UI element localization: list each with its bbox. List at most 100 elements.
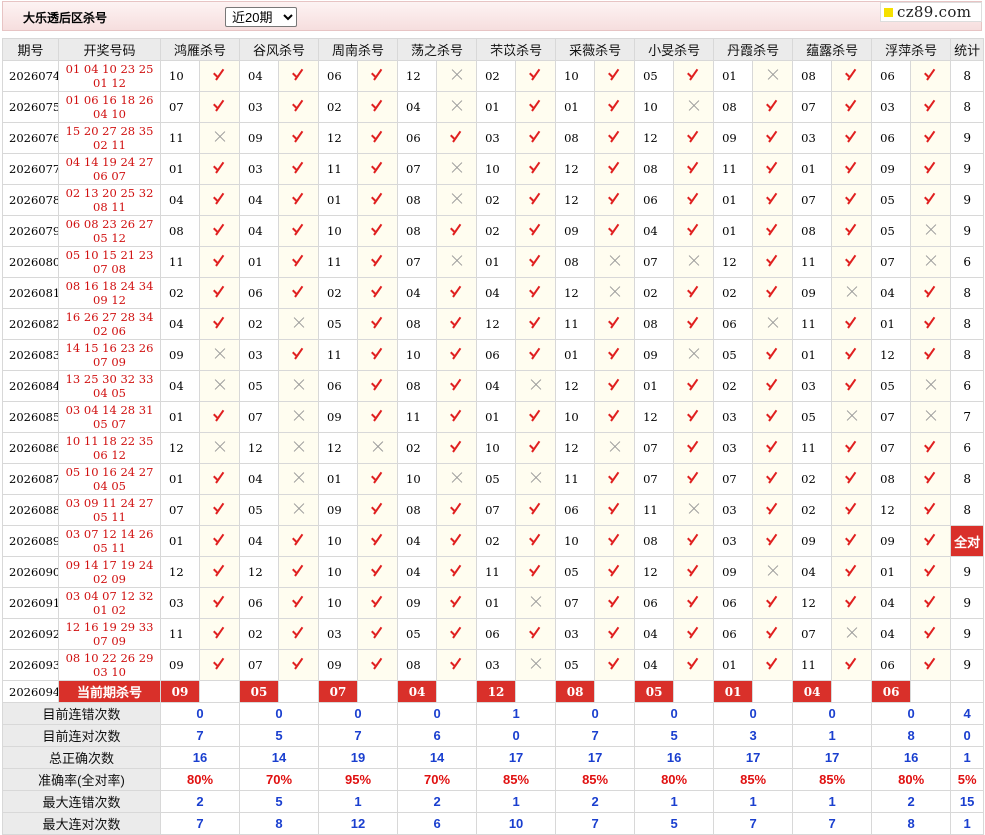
draw-numbers-cell: 05 10 16 24 27 04 05 (58, 463, 161, 495)
summary-value: 5 (239, 790, 320, 813)
result-cell (198, 370, 241, 402)
result-cell (752, 60, 794, 92)
result-cell (198, 432, 241, 464)
kill-number-cell: 07 (792, 618, 833, 650)
kill-number-cell: 06 (476, 339, 517, 371)
result-cell (831, 556, 873, 588)
kill-number-cell: 11 (634, 494, 675, 526)
check-icon (922, 532, 940, 548)
kill-number-cell: 12 (239, 432, 280, 464)
result-cell (198, 277, 241, 309)
summary-value: 15 (950, 790, 985, 813)
total-cell: 8 (950, 494, 985, 526)
result-cell (515, 525, 557, 557)
check-icon (527, 98, 545, 114)
check-icon (922, 191, 940, 207)
cross-icon (608, 285, 622, 299)
cross-icon (450, 68, 464, 82)
summary-value: 17 (555, 746, 636, 769)
result-cell (594, 246, 636, 278)
result-cell (357, 649, 399, 681)
current-kill-blank (594, 680, 636, 703)
kill-number-cell: 02 (634, 277, 675, 309)
kill-number-cell: 02 (792, 494, 833, 526)
result-cell (594, 308, 636, 340)
result-cell (673, 60, 715, 92)
current-kill-number: 05 (634, 680, 675, 703)
result-cell (436, 60, 478, 92)
cross-icon (845, 626, 859, 640)
cross-icon (687, 99, 701, 113)
check-icon (606, 129, 624, 145)
kill-number-cell: 09 (318, 494, 359, 526)
kill-number-cell: 07 (239, 649, 280, 681)
top-bar: 大乐透后区杀号 近20期 (2, 1, 982, 31)
kill-number-cell: 10 (476, 153, 517, 185)
result-cell (752, 308, 794, 340)
summary-value: 2 (555, 790, 636, 813)
check-icon (211, 191, 229, 207)
check-icon (764, 470, 782, 486)
kill-number-cell: 01 (634, 370, 675, 402)
kill-number-cell: 10 (634, 91, 675, 123)
kill-number-cell: 04 (792, 556, 833, 588)
kill-number-cell: 03 (871, 91, 912, 123)
kill-table: 期号 开奖号码 鸿雁杀号 谷风杀号 周南杀号 荡之杀号 芣苡杀号 采薇杀号 小旻杀号 丹霞杀号 蕴露… (2, 38, 985, 835)
result-cell (910, 184, 952, 216)
site-logo[interactable]: cz89.com (880, 2, 982, 22)
kill-number-cell: 05 (397, 618, 438, 650)
result-cell (594, 432, 636, 464)
summary-value: 6 (397, 724, 478, 747)
summary-value: 7 (159, 812, 241, 835)
result-cell (673, 494, 715, 526)
issue-cell: 2026078 (2, 184, 59, 216)
issue-cell: 2026081 (2, 277, 59, 309)
check-icon (527, 67, 545, 83)
cross-icon (766, 564, 780, 578)
result-cell (594, 618, 636, 650)
kill-number-cell: 01 (713, 649, 754, 681)
kill-number-cell: 09 (871, 525, 912, 557)
result-cell (910, 370, 952, 402)
summary-value: 7 (792, 812, 873, 835)
check-icon (290, 253, 308, 269)
table-header-row: 期号 开奖号码 鸿雁杀号 谷风杀号 周南杀号 荡之杀号 芣苡杀号 采薇杀号 小旻杀号 丹霞杀号 蕴露… (2, 38, 985, 61)
current-kill-blank (436, 680, 478, 703)
result-cell (673, 618, 715, 650)
result-cell (278, 525, 320, 557)
result-cell (673, 525, 715, 557)
check-icon (685, 408, 703, 424)
cross-icon (450, 471, 464, 485)
result-cell (910, 618, 952, 650)
result-cell (910, 525, 952, 557)
kill-number-cell: 06 (713, 618, 754, 650)
result-cell (198, 649, 241, 681)
check-icon (369, 594, 387, 610)
logo-square-icon (884, 8, 893, 17)
table-row: 2026080 05 10 15 21 23 07 08 11 01 11 07 01 08 0… (2, 246, 985, 278)
check-icon (290, 191, 308, 207)
check-icon (922, 470, 940, 486)
check-icon (369, 315, 387, 331)
kill-number-cell: 01 (476, 401, 517, 433)
check-icon (448, 594, 466, 610)
kill-number-cell: 12 (476, 308, 517, 340)
cross-icon (529, 595, 543, 609)
check-icon (369, 129, 387, 145)
result-cell (831, 308, 873, 340)
current-kill-blank (198, 680, 241, 703)
summary-row: 最大连对次数 7 8 12 6 10 7 5 7 7 8 1 (2, 812, 985, 835)
current-kill-blank (831, 680, 873, 703)
period-select[interactable]: 近20期 (225, 7, 297, 27)
result-cell (594, 370, 636, 402)
check-icon (527, 315, 545, 331)
header-expert: 采薇杀号 (555, 38, 636, 61)
header-total: 统计 (950, 38, 985, 61)
result-cell (278, 556, 320, 588)
kill-number-cell: 01 (318, 184, 359, 216)
cross-icon (213, 347, 227, 361)
header-expert: 周南杀号 (318, 38, 399, 61)
result-cell (436, 556, 478, 588)
current-kill-number: 01 (713, 680, 754, 703)
kill-number-cell: 04 (160, 184, 200, 216)
